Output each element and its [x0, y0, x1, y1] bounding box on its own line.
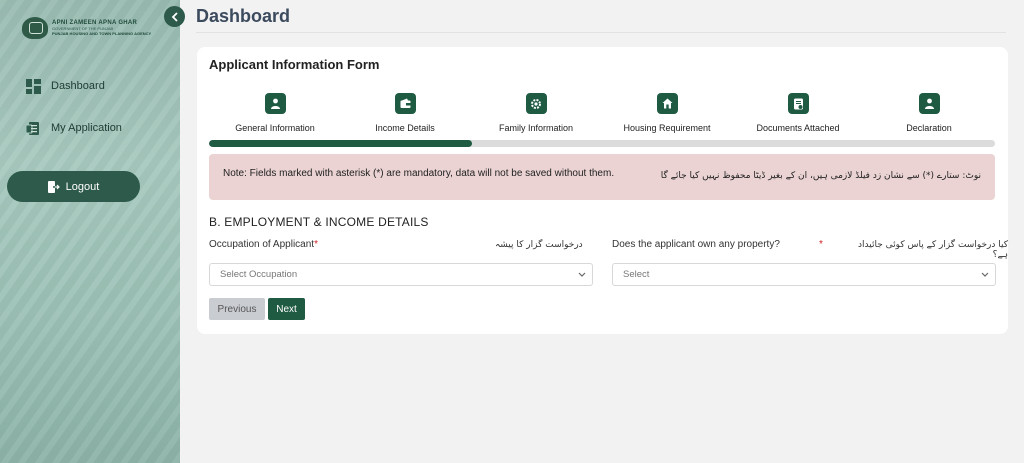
home-icon [656, 93, 678, 114]
logo-line-3: PUNJAB HOUSING AND TOWN PLANNING AGENCY [52, 31, 152, 36]
property-label: Does the applicant own any property? [612, 239, 780, 250]
step-label: Income Details [375, 123, 435, 133]
chevron-left-icon [171, 11, 178, 22]
note-english: Note: Fields marked with asterisk (*) ar… [223, 168, 615, 179]
next-button[interactable]: Next [268, 298, 305, 320]
property-select[interactable]: Select [612, 263, 996, 286]
occupation-select-value: Select Occupation [220, 269, 298, 280]
step-label: Family Information [498, 123, 574, 133]
step-label: General Information [235, 123, 315, 133]
step-general-information[interactable]: General Information [209, 93, 341, 133]
sidebar-item-my-application[interactable]: My Application [25, 119, 122, 137]
logo-emblem-icon [22, 17, 48, 39]
form-title: Applicant Information Form [209, 57, 380, 72]
step-housing-requirement[interactable]: Housing Requirement [601, 93, 733, 133]
section-title: B. EMPLOYMENT & INCOME DETAILS [209, 215, 429, 229]
occupation-label-text: Occupation of Applicant [209, 239, 315, 250]
document-check-icon [787, 93, 809, 114]
wallet-icon [394, 93, 416, 114]
step-declaration[interactable]: Declaration [863, 93, 995, 133]
sidebar: APNI ZAMEEN APNA GHAR GOVERNMENT OF THE … [0, 0, 180, 463]
step-income-details[interactable]: Income Details [339, 93, 471, 133]
chevron-down-icon [981, 272, 989, 277]
required-mark: * [314, 239, 318, 250]
property-urdu-label: کیا درخواست گزار کے پاس کوئی جائیداد ہے؟ [858, 240, 1008, 260]
step-label: Housing Requirement [623, 123, 711, 133]
note-urdu: نوٹ: ستارے (*) سے نشان زد فیلڈ لازمی ہیں… [660, 171, 981, 181]
occupation-select[interactable]: Select Occupation [209, 263, 593, 286]
document-icon [25, 120, 41, 136]
occupation-label: Occupation of Applicant* [209, 239, 318, 250]
user-icon [918, 93, 940, 114]
progress-fill [209, 140, 473, 147]
logout-icon [47, 180, 60, 193]
mandatory-note: Note: Fields marked with asterisk (*) ar… [209, 154, 995, 200]
sidebar-item-label: Dashboard [51, 80, 105, 92]
form-steps: General Information Income Details Famil… [209, 93, 995, 133]
sidebar-item-label: My Application [51, 122, 122, 134]
property-select-value: Select [623, 269, 650, 280]
form-progress-bar [209, 140, 995, 147]
chevron-down-icon [578, 272, 586, 277]
step-documents-attached[interactable]: Documents Attached [732, 93, 864, 133]
sidebar-item-dashboard[interactable]: Dashboard [25, 77, 105, 95]
agency-logo: APNI ZAMEEN APNA GHAR GOVERNMENT OF THE … [22, 14, 162, 42]
gear-badge-icon [525, 93, 547, 114]
step-family-information[interactable]: Family Information [470, 93, 602, 133]
step-label: Documents Attached [756, 123, 840, 133]
logout-label: Logout [65, 180, 100, 193]
occupation-urdu-label: درخواست گزار کا پیشہ [495, 240, 583, 250]
page-title: Dashboard [196, 6, 291, 26]
collapse-sidebar-button[interactable] [164, 6, 185, 27]
step-label: Declaration [906, 123, 952, 133]
applicant-form-card: Applicant Information Form General Infor… [197, 47, 1008, 334]
property-label-text: Does the applicant own any property? [612, 239, 780, 250]
user-icon [264, 93, 286, 114]
logout-button[interactable]: Logout [7, 171, 140, 202]
header-divider [196, 32, 1006, 33]
dashboard-grid-icon [25, 78, 41, 94]
required-mark: * [819, 239, 823, 250]
previous-button[interactable]: Previous [209, 298, 265, 320]
